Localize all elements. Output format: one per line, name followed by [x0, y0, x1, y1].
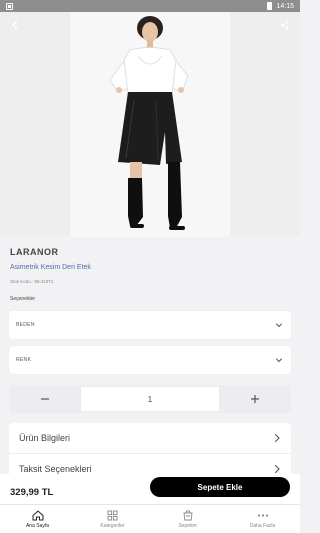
share-icon: [281, 20, 289, 30]
chevron-left-icon: [12, 20, 18, 30]
add-to-cart-button[interactable]: Sepete Ekle: [150, 477, 290, 497]
size-select[interactable]: BEDEN: [9, 311, 291, 339]
share-button[interactable]: [276, 16, 294, 34]
back-button[interactable]: [6, 16, 24, 34]
options-label: Seçenekler: [10, 296, 36, 302]
more-icon: [257, 513, 268, 517]
bottom-navigation: Ana Sayfa Kategoriler Sepetim Daha Fazla: [0, 504, 300, 533]
tab-home[interactable]: Ana Sayfa: [0, 505, 75, 533]
accordion-item-label: Ürün Bilgileri: [19, 433, 71, 443]
app-notification-icon: [6, 2, 13, 10]
product-photo[interactable]: [70, 12, 230, 237]
tab-cart[interactable]: Sepetim: [150, 505, 225, 533]
chevron-right-icon: [274, 433, 280, 443]
home-icon: [32, 509, 43, 520]
quantity-value[interactable]: 1: [81, 387, 219, 411]
product-brand: LARANOR: [10, 247, 59, 257]
accordion-product-info[interactable]: Ürün Bilgileri: [9, 423, 291, 453]
quantity-stepper: 1: [9, 385, 291, 413]
chevron-down-icon: [276, 323, 282, 328]
color-select-label: RENK: [16, 357, 32, 363]
status-time: 14:15: [276, 2, 294, 10]
color-select[interactable]: RENK: [9, 346, 291, 374]
tab-label: Daha Fazla: [249, 522, 276, 529]
increase-quantity-button[interactable]: [219, 385, 291, 413]
cart-icon: [182, 509, 193, 520]
product-image-area[interactable]: [0, 12, 300, 237]
status-bar: 14:15: [0, 0, 300, 12]
decrease-quantity-button[interactable]: [9, 385, 81, 413]
tab-label: Ana Sayfa: [25, 522, 50, 529]
tab-categories[interactable]: Kategoriler: [75, 505, 150, 533]
minus-icon: [41, 398, 49, 400]
plus-icon: [251, 395, 259, 403]
grid-icon: [107, 510, 118, 520]
chevron-right-icon: [274, 464, 280, 473]
chevron-down-icon: [276, 358, 282, 363]
size-select-label: BEDEN: [16, 322, 35, 328]
product-sku: Stok Kodu : 98.41071: [10, 279, 54, 284]
battery-icon: [267, 2, 273, 10]
product-price: 329,99 TL: [10, 486, 54, 498]
purchase-bar: 329,99 TL Sepete Ekle: [0, 474, 300, 504]
tab-more[interactable]: Daha Fazla: [225, 505, 300, 533]
tab-label: Kategoriler: [100, 522, 125, 529]
product-name: Asimetrik Kesim Deri Etek: [10, 264, 91, 271]
model-illustration: [70, 12, 230, 237]
tab-label: Sepetim: [178, 522, 197, 529]
accordion-item-label: Taksit Seçenekleri: [19, 463, 92, 474]
